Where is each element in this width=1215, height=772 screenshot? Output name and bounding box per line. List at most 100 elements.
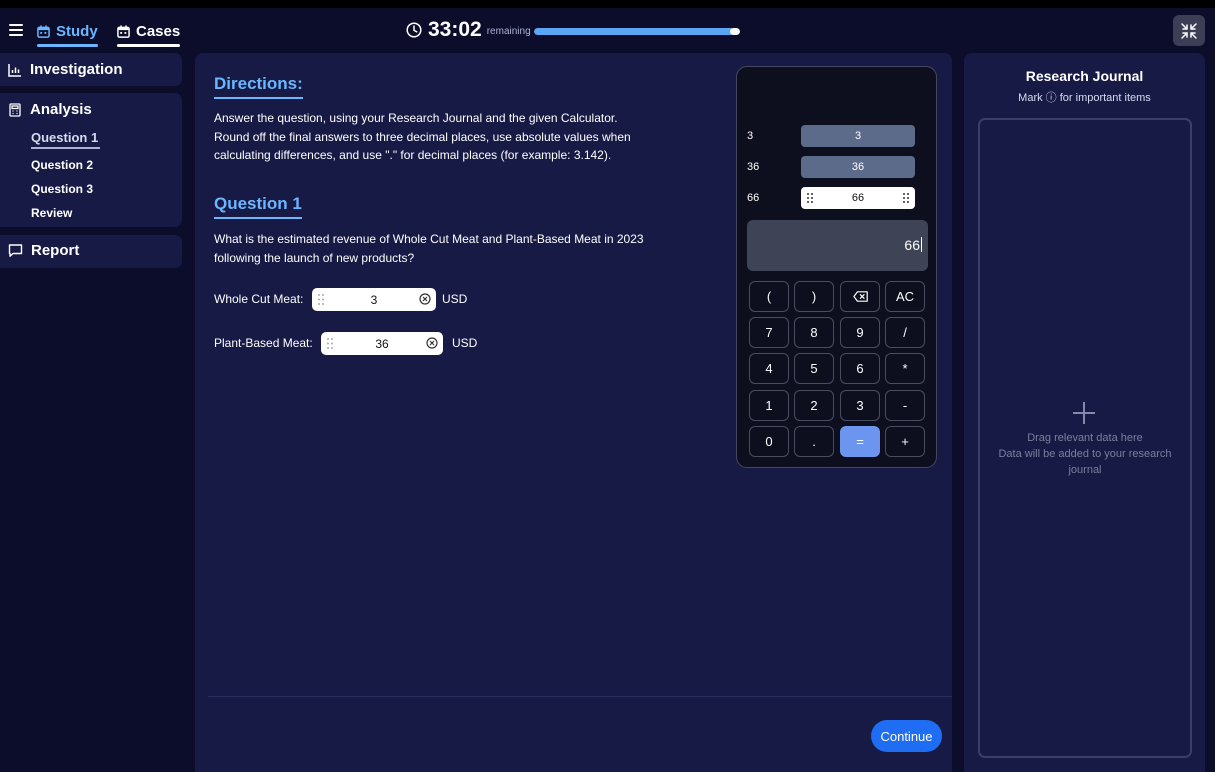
heading-underline (214, 217, 302, 219)
whole-cut-meat-unit: USD (442, 292, 468, 306)
key-7[interactable]: 7 (749, 317, 789, 348)
key-add[interactable]: + (885, 426, 925, 457)
key-8[interactable]: 8 (794, 317, 834, 348)
top-strip (0, 0, 1215, 8)
chat-icon (8, 244, 23, 257)
directions-heading: Directions: (214, 74, 303, 99)
calculator-icon (9, 102, 21, 117)
clear-icon[interactable] (419, 293, 431, 305)
journal-title: Research Journal (1025, 68, 1144, 84)
history-chip[interactable]: 3 (801, 125, 915, 147)
backspace-icon (852, 291, 868, 302)
time-progress-bar (534, 28, 740, 35)
plant-based-meat-answer-field[interactable]: 36 (321, 332, 443, 355)
sidebar-item-label: Question 1 (31, 130, 99, 145)
sidebar-item-label: Report (31, 242, 80, 259)
heading-underline (214, 97, 303, 99)
key-close-paren[interactable]: ) (794, 281, 834, 312)
sidebar-item-label: Question 3 (31, 182, 94, 196)
bar-chart-icon (8, 63, 21, 77)
tab-cases-underline (117, 44, 181, 47)
calculator-display[interactable]: 66 (747, 220, 928, 271)
plus-icon (1073, 402, 1095, 424)
directions-line: calculating differences, and use "." for… (214, 148, 612, 162)
calculator-display-value: 66 (904, 237, 920, 253)
key-0[interactable]: 0 (749, 426, 789, 457)
key-6[interactable]: 6 (840, 353, 880, 384)
key-9[interactable]: 9 (840, 317, 880, 348)
key-backspace[interactable] (840, 281, 880, 312)
clock-icon (406, 22, 422, 38)
question-line: What is the estimated revenue of Whole C… (214, 232, 644, 246)
sidebar-item-report[interactable]: Report (8, 242, 79, 259)
directions-text: Answer the question, using your Research… (214, 109, 631, 165)
tab-study-label: Study (56, 22, 98, 40)
active-underline (31, 147, 101, 149)
drop-zone-hint: Data will be added to your research (998, 448, 1172, 460)
question-text: What is the estimated revenue of Whole C… (214, 230, 644, 267)
key-multiply[interactable]: * (885, 353, 925, 384)
history-label: 66 (747, 192, 760, 204)
drop-zone-hint: journal (1068, 464, 1102, 476)
plant-based-meat-unit: USD (452, 336, 478, 350)
directions-line: Round off the final answers to three dec… (214, 129, 631, 144)
progress-fill (534, 28, 734, 35)
history-chip-value: 3 (854, 130, 862, 142)
sidebar-item-analysis[interactable]: Analysis (8, 101, 92, 118)
sidebar-item-label: Investigation (30, 61, 123, 78)
sidebar-item-label: Question 2 (31, 158, 94, 172)
timer-value: 33:02 (428, 18, 482, 41)
sidebar-item-investigation[interactable]: Investigation (8, 61, 123, 78)
drag-handle-icon[interactable] (902, 192, 910, 204)
key-5[interactable]: 5 (794, 353, 834, 384)
question-heading-text: Question 1 (214, 194, 302, 213)
key-2[interactable]: 2 (794, 390, 834, 421)
whole-cut-meat-label: Whole Cut Meat: (214, 292, 304, 306)
sidebar-item-question-2[interactable]: Question 2 (31, 158, 93, 172)
progress-remaining (730, 28, 740, 35)
collapse-icon (1181, 22, 1197, 39)
tab-cases[interactable]: Cases (117, 18, 181, 47)
plant-based-meat-label: Plant-Based Meat: (214, 336, 313, 350)
hamburger-menu-icon[interactable] (9, 23, 23, 37)
directions-heading-text: Directions: (214, 74, 303, 93)
tab-study-underline (37, 44, 98, 47)
continue-button[interactable]: Continue (871, 720, 942, 752)
key-open-paren[interactable]: ( (749, 281, 789, 312)
timer-remaining-label: remaining (486, 25, 531, 37)
calendar-icon (37, 24, 50, 38)
calendar-icon (117, 24, 130, 38)
question-heading: Question 1 (214, 194, 302, 219)
timer: 33:02 remaining (406, 18, 531, 42)
directions-line: Answer the question, using your Research… (214, 111, 618, 125)
key-subtract[interactable]: - (885, 390, 925, 421)
sidebar-item-question-3[interactable]: Question 3 (31, 182, 93, 196)
sidebar-item-question-1[interactable]: Question 1 (31, 130, 101, 149)
key-equals[interactable]: = (840, 426, 880, 457)
key-divide[interactable]: / (885, 317, 925, 348)
key-3[interactable]: 3 (840, 390, 880, 421)
footer-divider (208, 696, 952, 697)
tab-study[interactable]: Study (37, 18, 98, 47)
tab-cases-label: Cases (136, 22, 181, 40)
whole-cut-meat-answer-field[interactable]: 3 (312, 288, 436, 311)
collapse-button[interactable] (1173, 15, 1205, 46)
drop-zone-hint: Drag relevant data here (1027, 432, 1143, 444)
journal-subtitle: Mark ⓘ for important items (1018, 92, 1151, 104)
key-1[interactable]: 1 (749, 390, 789, 421)
question-line: following the launch of new products? (214, 250, 415, 265)
key-decimal[interactable]: . (794, 426, 834, 457)
sidebar-item-review[interactable]: Review (31, 206, 72, 220)
key-all-clear[interactable]: AC (885, 281, 925, 312)
clear-icon[interactable] (426, 337, 438, 349)
sidebar-item-label: Review (31, 206, 73, 220)
key-4[interactable]: 4 (749, 353, 789, 384)
drag-handle-icon[interactable] (806, 192, 814, 204)
history-chip-draggable[interactable]: 66 (801, 187, 915, 209)
history-chip-value: 66 (851, 192, 865, 204)
whole-cut-meat-value: 3 (370, 292, 378, 307)
history-chip[interactable]: 36 (801, 156, 915, 178)
sidebar-item-label: Analysis (30, 101, 92, 118)
history-chip-value: 36 (851, 161, 865, 173)
history-label: 36 (747, 161, 760, 173)
